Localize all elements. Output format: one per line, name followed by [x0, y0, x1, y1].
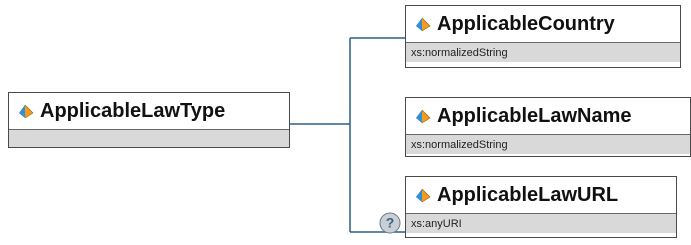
element-icon: [416, 17, 431, 32]
child-element-header: ApplicableLawURL: [406, 177, 676, 213]
child-element-node-applicable-country[interactable]: ApplicableCountry xs:normalizedString: [405, 5, 681, 68]
child-element-header: ApplicableCountry: [406, 6, 680, 42]
child-element-node-applicable-law-name[interactable]: ApplicableLawName xs:normalizedString: [405, 97, 691, 157]
optional-marker-text: ?: [386, 215, 395, 231]
child-element-name: ApplicableCountry: [437, 13, 615, 35]
child-element-header: ApplicableLawName: [406, 98, 690, 134]
child-element-node-applicable-law-url[interactable]: ApplicableLawURL xs:anyURI: [405, 176, 677, 238]
element-icon: [416, 188, 431, 203]
root-element-header: ApplicableLawType: [9, 93, 289, 129]
optional-question-mark-icon: ?: [379, 212, 401, 234]
root-element-name: ApplicableLawType: [40, 100, 226, 122]
child-element-name: ApplicableLawURL: [437, 184, 619, 206]
child-element-type-label: xs:normalizedString: [406, 134, 690, 154]
root-element-node[interactable]: ApplicableLawType: [8, 92, 290, 148]
child-element-type-label: xs:normalizedString: [406, 42, 680, 62]
element-icon: [416, 109, 431, 124]
child-element-type-label: xs:anyURI: [406, 213, 676, 233]
root-element-type-bar: [9, 129, 289, 147]
element-icon: [19, 104, 34, 119]
child-element-name: ApplicableLawName: [437, 105, 632, 127]
